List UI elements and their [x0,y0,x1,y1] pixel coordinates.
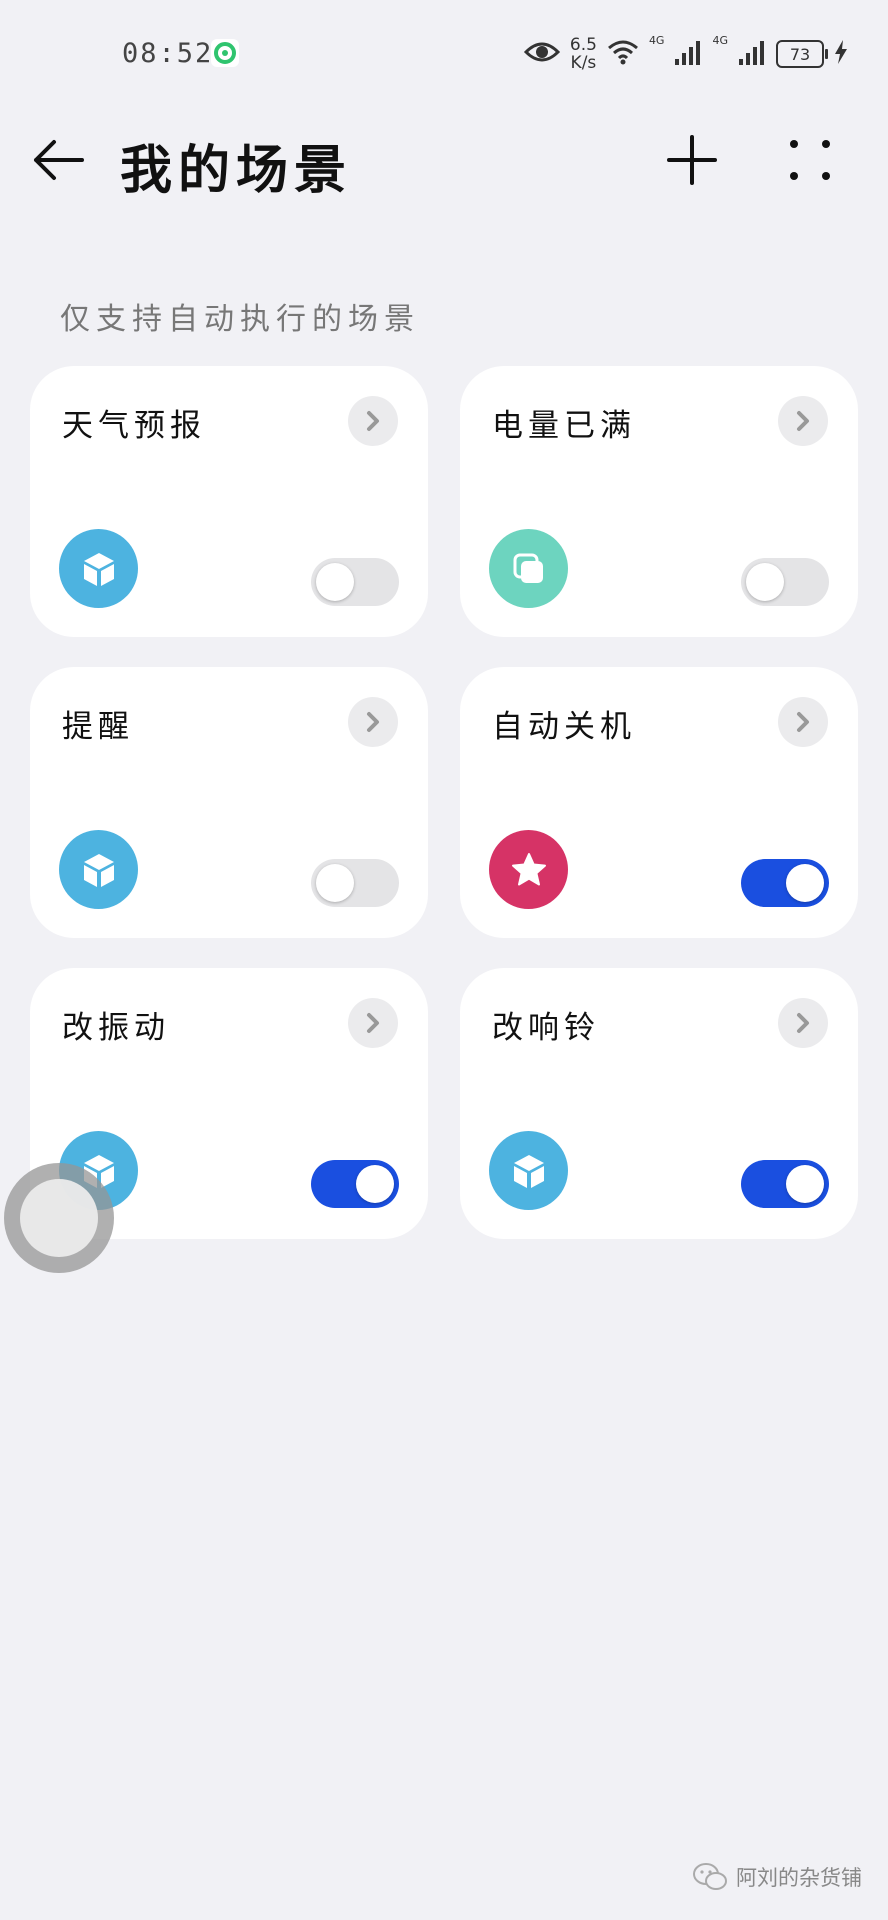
scene-details-button[interactable] [778,396,828,446]
chevron-right-icon [797,411,809,431]
scene-details-button[interactable] [348,998,398,1048]
scene-name: 改响铃 [492,1010,600,1046]
scene-name: 改振动 [62,1010,170,1046]
app-header: 我的场景 [0,110,888,210]
add-scene-button[interactable] [660,128,724,192]
scene-name: 自动关机 [492,709,636,745]
scene-card[interactable]: 电量已满 [460,366,858,637]
floating-navigation-ball[interactable] [4,1163,114,1273]
toggle-knob [786,864,824,902]
page-title: 我的场景 [120,140,353,201]
scene-enable-toggle[interactable] [741,859,829,907]
watermark: 阿刘的杂货铺 [692,1862,862,1892]
toggle-knob [316,864,354,902]
chevron-right-icon [367,712,379,732]
network-speed: 6.5 K/s [570,36,597,72]
scene-enable-toggle[interactable] [311,1160,399,1208]
more-options-button[interactable] [778,128,842,192]
scene-star-icon [489,830,568,909]
scene-grid: 天气预报 电量已满提醒 自动关机改振动 改响铃 [30,366,858,1239]
scene-cube-icon [489,1131,568,1210]
scene-copy-icon [489,529,568,608]
scene-name: 电量已满 [492,408,636,444]
cell-signal-icon [674,39,702,69]
back-arrow-icon [34,140,84,180]
scene-card[interactable]: 天气预报 [30,366,428,637]
scene-details-button[interactable] [348,396,398,446]
scene-cube-icon [59,529,138,608]
floating-ball-center [20,1179,98,1257]
toggle-knob [786,1165,824,1203]
scene-enable-toggle[interactable] [741,558,829,606]
eye-comfort-icon [523,40,561,68]
watermark-text: 阿刘的杂货铺 [736,1866,862,1890]
scene-enable-toggle[interactable] [311,859,399,907]
scene-details-button[interactable] [778,697,828,747]
network-speed-unit: K/s [570,53,597,73]
toggle-knob [316,563,354,601]
scene-details-button[interactable] [778,998,828,1048]
scene-cube-icon [59,830,138,909]
scene-card[interactable]: 自动关机 [460,667,858,938]
app-notification-icon [210,38,240,68]
back-button[interactable] [28,130,88,190]
scene-card[interactable]: 提醒 [30,667,428,938]
chevron-right-icon [367,1013,379,1033]
scene-details-button[interactable] [348,697,398,747]
cell-signal-icon [738,39,766,69]
scene-name: 天气预报 [62,408,206,444]
battery-indicator: 73 [776,40,828,68]
chevron-right-icon [797,712,809,732]
signal1-label: 4G [648,34,665,47]
wechat-icon [693,1863,727,1890]
scene-enable-toggle[interactable] [741,1160,829,1208]
scene-card[interactable]: 改响铃 [460,968,858,1239]
scene-name: 提醒 [62,709,134,745]
wifi-icon [607,39,639,69]
chevron-right-icon [797,1013,809,1033]
chevron-right-icon [367,411,379,431]
charging-icon [834,40,848,68]
toggle-knob [356,1165,394,1203]
plus-icon [667,135,717,185]
battery-level: 73 [789,44,811,64]
scene-enable-toggle[interactable] [311,558,399,606]
more-dots-icon [790,140,830,180]
status-bar: 08:52 6.5 K/s 4G 4G 73 [0,0,888,110]
toggle-knob [746,563,784,601]
signal2-label: 4G [712,34,728,47]
network-speed-value: 6.5 [569,35,597,55]
section-title: 仅支持自动执行的场景 [60,302,420,337]
status-time: 08:52 [122,38,214,69]
